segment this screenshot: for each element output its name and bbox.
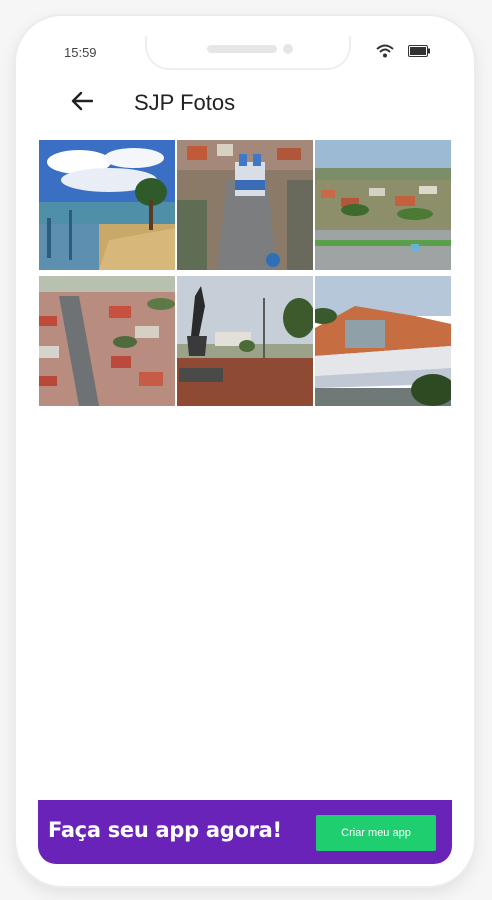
photo-monument[interactable] [177, 276, 313, 406]
photo-church-square[interactable] [177, 140, 313, 270]
town-overview-photo [315, 140, 451, 270]
photo-grid [39, 140, 451, 406]
photo-town-overview[interactable] [315, 140, 451, 270]
photo-reservoir-park[interactable] [39, 140, 175, 270]
church-square-aerial-photo [177, 140, 313, 270]
reservoir-park-photo [39, 140, 175, 270]
promo-banner: Faça seu app agora! Criar meu app [38, 800, 452, 864]
create-app-button[interactable]: Criar meu app [316, 815, 436, 851]
photo-dam-spillway[interactable] [315, 276, 451, 406]
phone-speaker [207, 45, 277, 53]
app-bar: SJP Fotos [38, 74, 452, 132]
phone-notch [145, 36, 351, 70]
back-button[interactable] [62, 83, 102, 123]
wifi-icon [376, 44, 394, 58]
banner-text: Faça seu app agora! [48, 818, 282, 842]
dam-spillway-photo [315, 276, 451, 406]
monument-statue-photo [177, 276, 313, 406]
phone-camera [283, 44, 293, 54]
town-aerial-photo [39, 276, 175, 406]
page-title: SJP Fotos [134, 90, 236, 115]
arrow-left-icon [71, 91, 94, 116]
photo-town-aerial[interactable] [39, 276, 175, 406]
status-time: 15:59 [64, 45, 97, 60]
battery-icon [408, 45, 430, 57]
status-icons [376, 44, 430, 58]
